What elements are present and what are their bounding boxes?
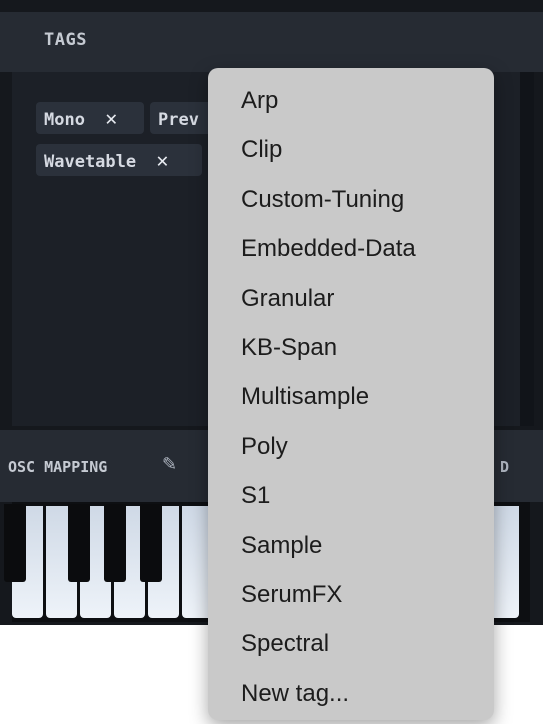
black-key[interactable] bbox=[140, 504, 162, 582]
black-key[interactable] bbox=[104, 504, 126, 582]
menu-item-arp[interactable]: Arp bbox=[208, 76, 494, 125]
menu-item-multisample[interactable]: Multisample bbox=[208, 372, 494, 421]
menu-item-sample[interactable]: Sample bbox=[208, 521, 494, 570]
menu-item-granular[interactable]: Granular bbox=[208, 274, 494, 323]
black-key[interactable] bbox=[68, 504, 90, 582]
black-key[interactable] bbox=[4, 504, 26, 582]
tag-chip-label: Wavetable bbox=[44, 152, 137, 172]
menu-item-new-tag[interactable]: New tag... bbox=[208, 669, 494, 718]
tag-dropdown-menu: Arp Clip Custom-Tuning Embedded-Data Gra… bbox=[208, 68, 494, 720]
menu-item-spectral[interactable]: Spectral bbox=[208, 619, 494, 668]
menu-item-embedded-data[interactable]: Embedded-Data bbox=[208, 224, 494, 273]
close-icon[interactable]: ✕ bbox=[156, 144, 168, 176]
menu-item-kb-span[interactable]: KB-Span bbox=[208, 323, 494, 372]
osc-right-label: D bbox=[500, 458, 510, 476]
tag-chip-wavetable[interactable]: Wavetable ✕ bbox=[36, 144, 202, 176]
menu-item-s1[interactable]: S1 bbox=[208, 471, 494, 520]
tags-header: TAGS bbox=[0, 12, 543, 72]
menu-item-custom-tuning[interactable]: Custom-Tuning bbox=[208, 175, 494, 224]
scrollbar[interactable] bbox=[520, 72, 534, 426]
menu-item-serumfx[interactable]: SerumFX bbox=[208, 570, 494, 619]
tag-chip-label: Mono bbox=[44, 110, 85, 130]
close-icon[interactable]: ✕ bbox=[105, 102, 117, 134]
tag-chip-mono[interactable]: Mono ✕ bbox=[36, 102, 144, 134]
tag-chip-label: Prev bbox=[158, 110, 199, 130]
pencil-icon[interactable]: ✎ bbox=[162, 454, 177, 475]
tags-title: TAGS bbox=[44, 30, 87, 50]
menu-item-clip[interactable]: Clip bbox=[208, 125, 494, 174]
menu-item-poly[interactable]: Poly bbox=[208, 422, 494, 471]
osc-mapping-title: OSC MAPPING bbox=[8, 458, 108, 476]
